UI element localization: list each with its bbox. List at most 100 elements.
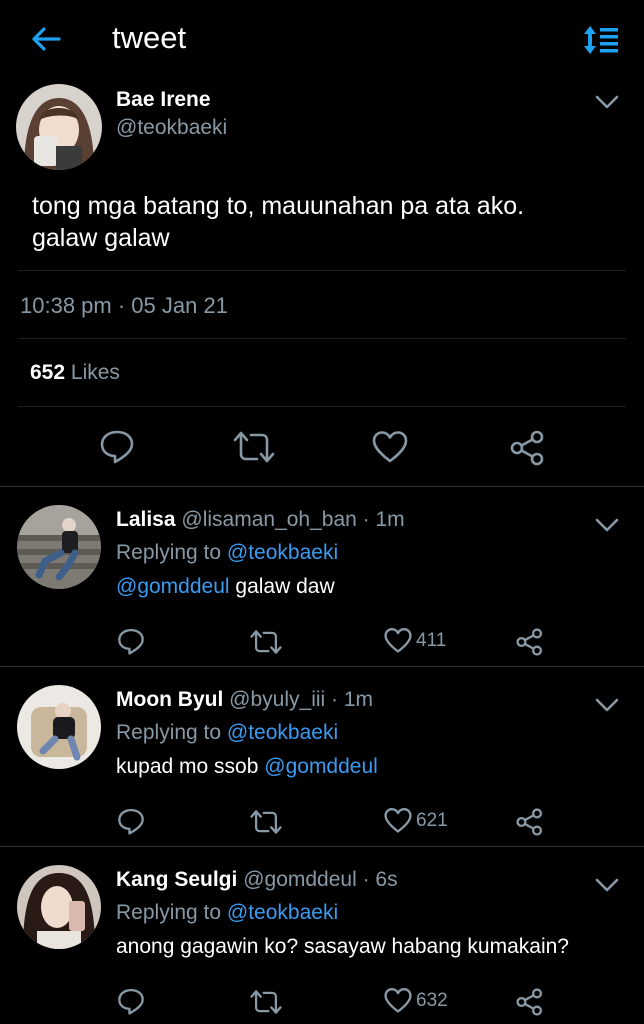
like-button[interactable] — [372, 430, 408, 464]
share-button[interactable] — [516, 808, 544, 836]
reply-text: @gomddeul galaw daw — [116, 575, 335, 599]
share-icon — [516, 808, 543, 836]
reply-tweet[interactable]: Lalisa @lisaman_oh_ban · 1m Replying to … — [0, 488, 644, 666]
reply-author-name[interactable]: Moon Byul — [116, 688, 223, 711]
reply-tweet[interactable]: Moon Byul @byuly_iii · 1m Replying to @t… — [0, 668, 644, 846]
tweet-text-line-2: galaw galaw — [32, 224, 170, 252]
avatar[interactable] — [16, 84, 102, 170]
like-count: 632 — [416, 989, 448, 1011]
comment-icon — [118, 808, 144, 835]
likes-count: 652 — [30, 361, 66, 384]
reply-body: anong gagawin ko? sasayaw habang kumakai… — [116, 935, 569, 958]
reply-author-handle[interactable]: @gomddeul — [243, 868, 357, 891]
reply-time: · 1m — [331, 688, 374, 711]
tweet-text: tong mga batang to, mauunahan pa ata ako… — [32, 190, 524, 254]
author-handle[interactable]: @teokbaeki — [116, 116, 227, 140]
share-icon — [510, 430, 544, 466]
mention-link[interactable]: @gomddeul — [116, 575, 230, 598]
like-button[interactable]: 411 — [384, 627, 446, 654]
avatar[interactable] — [17, 685, 101, 769]
reply-time: · 6s — [362, 868, 398, 891]
share-button[interactable] — [516, 628, 544, 656]
avatar[interactable] — [17, 865, 101, 949]
heart-icon — [384, 628, 412, 653]
comment-icon — [118, 988, 144, 1015]
replying-to-label: Replying to — [116, 541, 222, 564]
reply-button[interactable] — [117, 807, 145, 835]
reply-body: galaw daw — [235, 575, 335, 598]
comment-icon — [100, 430, 134, 464]
author-name[interactable]: Bae Irene — [116, 88, 211, 112]
section-divider — [0, 486, 644, 487]
retweet-button[interactable] — [233, 430, 275, 464]
share-button[interactable] — [510, 430, 546, 466]
avatar[interactable] — [17, 505, 101, 589]
replying-to-line: Replying to @teokbaeki — [116, 541, 338, 565]
like-button[interactable]: 621 — [384, 807, 448, 834]
tweet-menu-button[interactable] — [594, 697, 620, 713]
heart-icon — [384, 988, 412, 1013]
header-bar: tweet — [0, 0, 644, 78]
share-icon — [516, 988, 543, 1016]
chevron-down-icon — [595, 518, 619, 532]
tweet-menu-button[interactable] — [594, 877, 620, 893]
reply-tweet[interactable]: Kang Seulgi @gomddeul · 6s Replying to @… — [0, 848, 644, 1024]
tweet-menu-button[interactable] — [594, 94, 620, 110]
replying-to-link[interactable]: @teokbaeki — [227, 721, 338, 744]
reply-button[interactable] — [117, 987, 145, 1015]
replying-to-line: Replying to @teokbaeki — [116, 721, 338, 745]
divider — [18, 338, 626, 339]
retweet-button[interactable] — [250, 989, 282, 1015]
like-count: 411 — [416, 629, 447, 651]
reply-button[interactable] — [99, 428, 135, 464]
like-count: 621 — [416, 809, 448, 831]
sort-list-icon — [584, 26, 618, 54]
reply-author-name[interactable]: Kang Seulgi — [116, 868, 237, 891]
tweet-text-line-1: tong mga batang to, mauunahan pa ata ako… — [32, 192, 525, 220]
main-tweet: Bae Irene @teokbaeki tong mga batang to,… — [0, 78, 644, 488]
mention-link[interactable]: @gomddeul — [264, 755, 378, 778]
like-button[interactable]: 632 — [384, 987, 448, 1014]
tweet-menu-button[interactable] — [594, 517, 620, 533]
replying-to-line: Replying to @teokbaeki — [116, 901, 338, 925]
replying-to-link[interactable]: @teokbaeki — [227, 901, 338, 924]
reply-time: · 1m — [362, 508, 405, 531]
section-divider — [0, 666, 644, 667]
divider — [18, 270, 626, 271]
chevron-down-icon — [595, 95, 619, 109]
chevron-down-icon — [595, 878, 619, 892]
chevron-down-icon — [595, 698, 619, 712]
retweet-button[interactable] — [250, 809, 282, 835]
replying-to-label: Replying to — [116, 721, 222, 744]
reply-author-handle[interactable]: @lisaman_oh_ban — [181, 508, 356, 531]
replying-to-link[interactable]: @teokbaeki — [227, 541, 338, 564]
reply-author-name[interactable]: Lalisa — [116, 508, 176, 531]
sort-button[interactable] — [582, 24, 622, 56]
retweet-button[interactable] — [250, 629, 282, 655]
reply-button[interactable] — [117, 627, 145, 655]
heart-icon — [384, 808, 412, 833]
reply-header: Kang Seulgi @gomddeul · 6s — [116, 868, 398, 892]
likes-stat[interactable]: 652 Likes — [30, 361, 120, 385]
retweet-icon — [250, 810, 282, 834]
retweet-icon — [250, 630, 282, 654]
reply-body: kupad mo ssob — [116, 755, 259, 778]
share-icon — [516, 628, 543, 656]
reply-header: Lalisa @lisaman_oh_ban · 1m — [116, 508, 405, 532]
divider — [18, 406, 626, 407]
retweet-icon — [233, 431, 275, 463]
back-button[interactable] — [28, 22, 64, 56]
page-title: tweet — [112, 20, 187, 55]
reply-author-handle[interactable]: @byuly_iii — [229, 688, 325, 711]
likes-label: Likes — [70, 361, 120, 384]
share-button[interactable] — [516, 988, 544, 1016]
comment-icon — [118, 628, 144, 655]
section-divider — [0, 846, 644, 847]
reply-text: kupad mo ssob @gomddeul — [116, 755, 378, 779]
replying-to-label: Replying to — [116, 901, 222, 924]
reply-text: anong gagawin ko? sasayaw habang kumakai… — [116, 935, 569, 959]
tweet-timestamp: 10:38 pm · 05 Jan 21 — [20, 293, 228, 318]
heart-icon — [372, 431, 408, 463]
reply-header: Moon Byul @byuly_iii · 1m — [116, 688, 373, 712]
arrow-left-icon — [32, 27, 61, 51]
